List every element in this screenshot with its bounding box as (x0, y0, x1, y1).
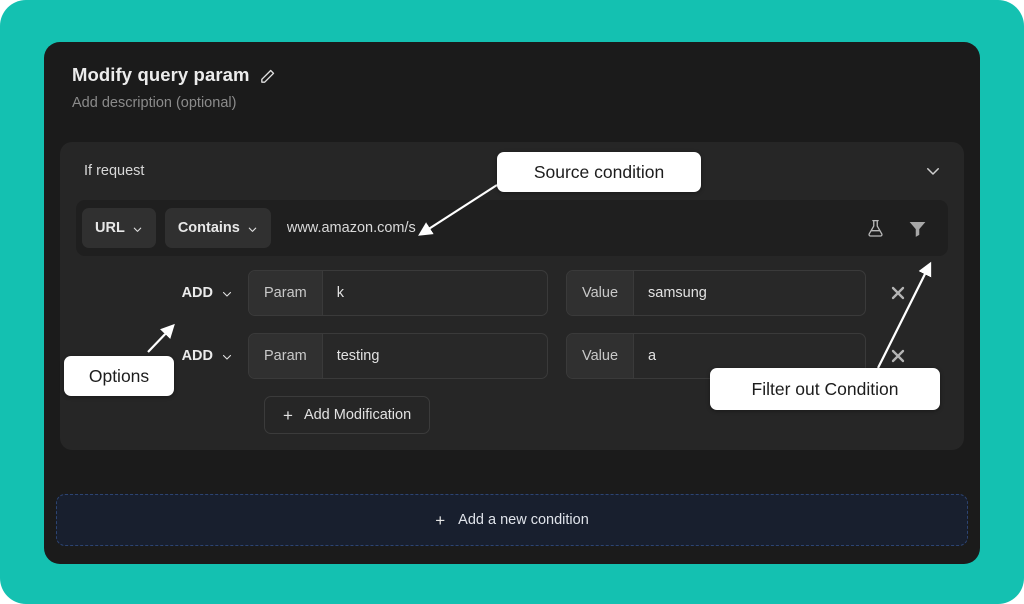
param-field-label: Param (249, 271, 323, 315)
description-placeholder[interactable]: Add description (optional) (72, 95, 980, 111)
value-field: Value (566, 270, 866, 316)
modification-list: ADD Param Value (60, 256, 964, 450)
screenshot-root: Modify query param Add description (opti… (0, 0, 1024, 604)
chevron-down-icon[interactable] (924, 162, 942, 180)
modify-query-param-card: Modify query param Add description (opti… (44, 42, 980, 564)
annotation-label: Filter out Condition (751, 378, 899, 399)
chevron-down-icon (221, 288, 232, 299)
plus-icon: + (435, 510, 446, 530)
action-select-value: ADD (181, 285, 213, 301)
value-field-label: Value (567, 271, 635, 315)
if-request-label: If request (84, 163, 145, 179)
add-modification-button[interactable]: + Add Modification (264, 396, 431, 434)
value-field-label: Value (567, 334, 635, 378)
action-select-value: ADD (181, 348, 213, 364)
param-input[interactable] (322, 271, 547, 315)
annotation-options: Options (64, 356, 174, 396)
param-input[interactable] (322, 334, 547, 378)
annotation-label: Source condition (533, 161, 665, 182)
operator-select-value: Contains (177, 220, 240, 236)
modification-row: ADD Param Value (76, 270, 948, 316)
chevron-down-icon (221, 351, 232, 362)
annotation-filter-out-condition: Filter out Condition (710, 368, 940, 410)
add-modification-label: Add Modification (303, 407, 412, 423)
param-field: Param (248, 333, 548, 379)
chevron-down-icon (132, 223, 143, 234)
funnel-filter-icon[interactable] (902, 213, 932, 243)
close-icon[interactable] (878, 346, 918, 366)
pencil-icon[interactable] (259, 68, 276, 85)
chevron-down-icon (247, 223, 258, 234)
target-select[interactable]: URL (82, 208, 156, 248)
action-select[interactable]: ADD (76, 285, 248, 301)
source-row-icons (860, 213, 942, 243)
plus-icon: + (283, 405, 293, 425)
card-title-row: Modify query param (72, 64, 980, 86)
flask-icon[interactable] (860, 213, 890, 243)
add-new-condition-button[interactable]: + Add a new condition (56, 494, 968, 546)
param-field-label: Param (249, 334, 323, 378)
param-field: Param (248, 270, 548, 316)
add-new-condition-label: Add a new condition (458, 512, 589, 528)
card-header: Modify query param Add description (opti… (44, 42, 980, 111)
page-title: Modify query param (72, 64, 250, 85)
close-icon[interactable] (878, 283, 918, 303)
value-input[interactable] (634, 271, 865, 315)
annotation-label: Options (88, 365, 150, 386)
operator-select[interactable]: Contains (164, 208, 271, 248)
target-select-value: URL (95, 220, 125, 236)
url-input[interactable] (284, 207, 860, 249)
source-condition-row: URL Contains (76, 200, 948, 256)
annotation-source-condition: Source condition (497, 152, 701, 192)
